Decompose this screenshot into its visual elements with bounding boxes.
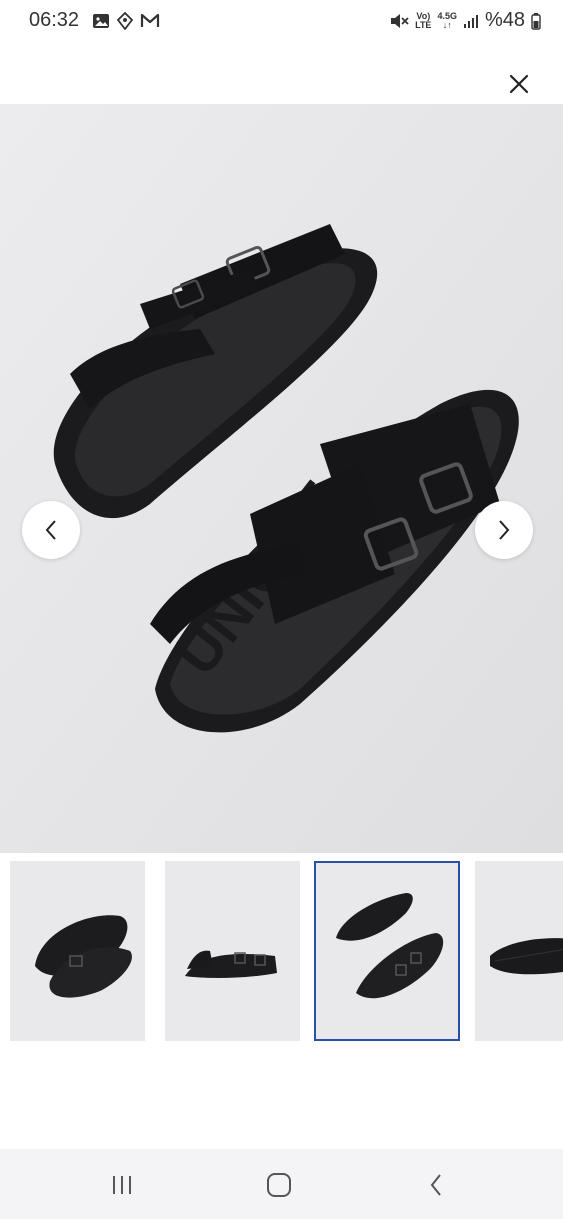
data-bottom-label: ↓↑ [442, 19, 452, 30]
previous-image-button[interactable] [22, 501, 80, 559]
thumbnail-2-image [165, 861, 300, 1041]
status-left-icons [92, 12, 160, 30]
location-tag-icon [116, 12, 134, 30]
product-image-viewer[interactable]: UNIQUE [0, 104, 563, 853]
thumbnail-2[interactable] [165, 861, 300, 1041]
thumbnail-4-image [475, 861, 563, 1041]
recent-apps-icon [113, 1176, 131, 1194]
status-bar: 06:32 Vo) LTE 4.5G ↓↑ %48 [0, 0, 563, 44]
network-bottom-label: LTE [415, 19, 432, 30]
battery-percent: %48 [484, 9, 525, 31]
mute-icon [391, 13, 409, 28]
chevron-left-icon [45, 520, 56, 540]
status-time: 06:32 [29, 9, 80, 31]
close-button[interactable] [505, 70, 533, 98]
thumbnail-strip[interactable] [0, 861, 563, 1043]
thumbnail-3-image [316, 863, 458, 1039]
gmail-icon [140, 13, 160, 27]
home-icon [267, 1173, 291, 1197]
thumbnail-4[interactable] [475, 861, 563, 1041]
product-image: UNIQUE [0, 104, 563, 853]
chevron-right-icon [499, 520, 510, 540]
close-icon [509, 74, 529, 94]
thumbnail-3[interactable] [314, 861, 460, 1041]
image-icon [93, 14, 109, 28]
thumbnail-1-image [10, 861, 145, 1041]
next-image-button[interactable] [475, 501, 533, 559]
home-button[interactable] [249, 1167, 309, 1203]
signal-icon [463, 14, 478, 28]
data-type: 4.5G ↓↑ [437, 11, 457, 30]
status-right-icons: Vo) LTE 4.5G ↓↑ %48 [389, 9, 541, 32]
thumbnail-1[interactable] [10, 861, 145, 1041]
back-button[interactable] [406, 1167, 466, 1203]
battery-icon [531, 12, 541, 30]
recent-apps-button[interactable] [92, 1167, 152, 1203]
back-icon [430, 1174, 441, 1196]
system-navigation-bar [0, 1149, 563, 1219]
network-type: Vo) LTE [415, 11, 432, 30]
